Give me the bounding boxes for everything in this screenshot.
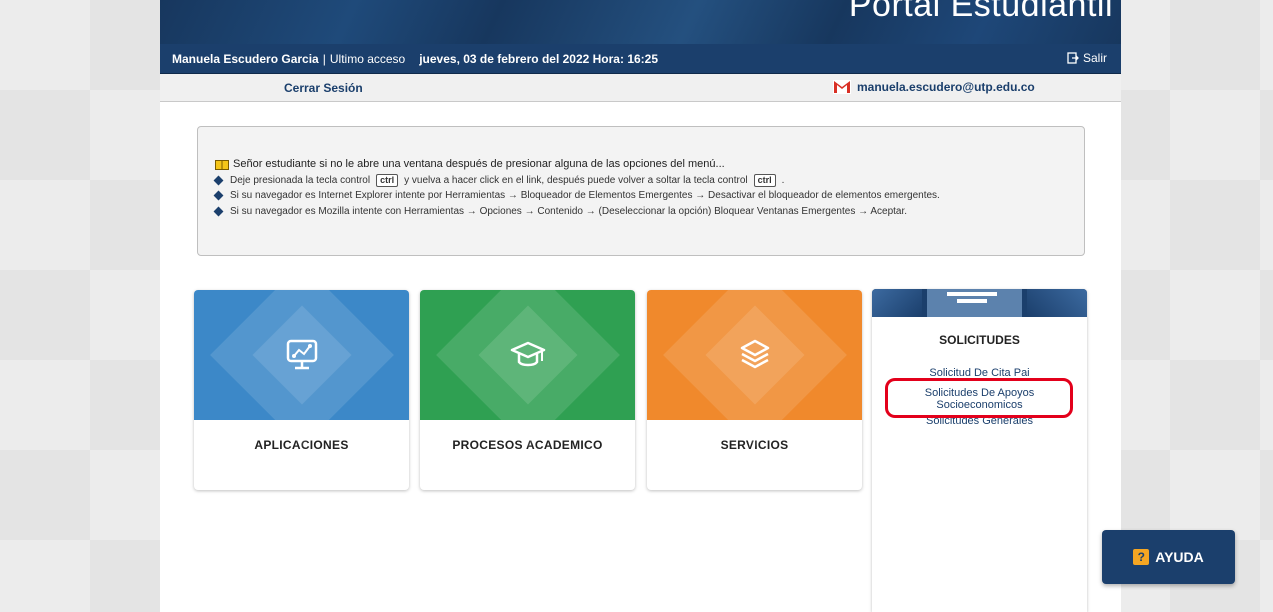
help-icon: ? <box>1133 549 1150 565</box>
gmail-icon <box>833 80 851 94</box>
ctrl-key-2: ctrl <box>753 173 776 187</box>
procesos-academico-card-header <box>420 290 635 420</box>
book-icon <box>215 159 229 170</box>
email-address: manuela.escudero@utp.edu.co <box>857 80 1035 94</box>
ayuda-label: AYUDA <box>1155 549 1204 565</box>
salir-label: Salir <box>1082 51 1107 65</box>
cerrar-sesion-link[interactable]: Cerrar Sesión <box>284 81 363 95</box>
user-name: Manuela Escudero Garcia <box>172 51 319 66</box>
notice-row-ctrl-end: . <box>781 174 785 186</box>
procesos-academico-card[interactable]: PROCESOS ACADEMICO <box>420 290 635 490</box>
solicitudes-panel: SOLICITUDES Solicitud De Cita Pai Solici… <box>872 289 1087 612</box>
ayuda-button[interactable]: ? AYUDA <box>1102 530 1235 584</box>
bullet-icon <box>213 206 224 217</box>
notice-row-mozilla-text: Si su navegador es Mozilla intente con H… <box>230 205 908 217</box>
last-access-label: Ultimo acceso <box>329 51 406 66</box>
notice-row-ctrl-text-2: y vuelva a hacer click en el link, despu… <box>404 174 748 186</box>
notice-title-text: Señor estudiante si no le abre una venta… <box>233 158 725 170</box>
ctrl-key: ctrl <box>376 173 399 187</box>
presentation-board-icon <box>286 339 317 370</box>
solicitudes-title: SOLICITUDES <box>939 333 1020 347</box>
servicios-card[interactable]: SERVICIOS <box>647 290 862 490</box>
notice-row-ctrl: Deje presionada la tecla control ctrl y … <box>213 173 1084 189</box>
salir-button[interactable]: Salir <box>1067 51 1107 65</box>
solicitudes-panel-header <box>872 289 1087 317</box>
solicitudes-apoyos-link[interactable]: Solicitudes De Apoyos Socioeconomicos <box>872 387 1087 411</box>
notice-title: Señor estudiante si no le abre una venta… <box>215 157 1084 173</box>
panel-header-tab <box>872 289 922 317</box>
notice-row-ctrl-text: Deje presionada la tecla control <box>230 174 371 186</box>
notice-row-ie-text: Si su navegador es Internet Explorer int… <box>230 190 940 201</box>
popup-notice: Señor estudiante si no le abre una venta… <box>197 126 1085 256</box>
logout-icon <box>1067 52 1079 64</box>
solicitudes-generales-link[interactable]: Solicitudes Generales <box>872 415 1087 427</box>
user-separator: | <box>322 51 326 66</box>
panel-header-bar <box>957 299 987 303</box>
aplicaciones-card-header <box>194 290 409 420</box>
solicitud-cita-pai-link[interactable]: Solicitud De Cita Pai <box>872 367 1087 379</box>
portal-banner: Portal Estudiantil <box>160 0 1121 44</box>
solicitudes-apoyos-line-2: Socioeconomicos <box>936 399 1023 411</box>
servicios-card-header <box>647 290 862 420</box>
graduation-cap-icon <box>510 341 545 367</box>
portal-title: Portal Estudiantil <box>848 0 1113 24</box>
solicitudes-apoyos-line-1: Solicitudes De Apoyos <box>924 387 1035 399</box>
notice-row-ie: Si su navegador es Internet Explorer int… <box>213 188 1084 204</box>
session-bar: Cerrar Sesión manuela.escudero@utp.edu.c… <box>160 74 1121 102</box>
user-info-bar: Manuela Escudero Garcia | Ultimo acceso … <box>160 44 1121 74</box>
layers-icon <box>740 339 769 369</box>
aplicaciones-card[interactable]: APLICACIONES <box>194 290 409 490</box>
last-access-date: jueves, 03 de febrero del 2022 Hora: 16:… <box>419 51 659 66</box>
panel-header-tab <box>1027 289 1087 317</box>
email-link[interactable]: manuela.escudero@utp.edu.co <box>833 80 1035 94</box>
bullet-icon <box>213 190 224 201</box>
bullet-icon <box>213 175 224 186</box>
panel-header-bar <box>947 292 997 296</box>
notice-row-mozilla: Si su navegador es Mozilla intente con H… <box>213 204 1084 220</box>
